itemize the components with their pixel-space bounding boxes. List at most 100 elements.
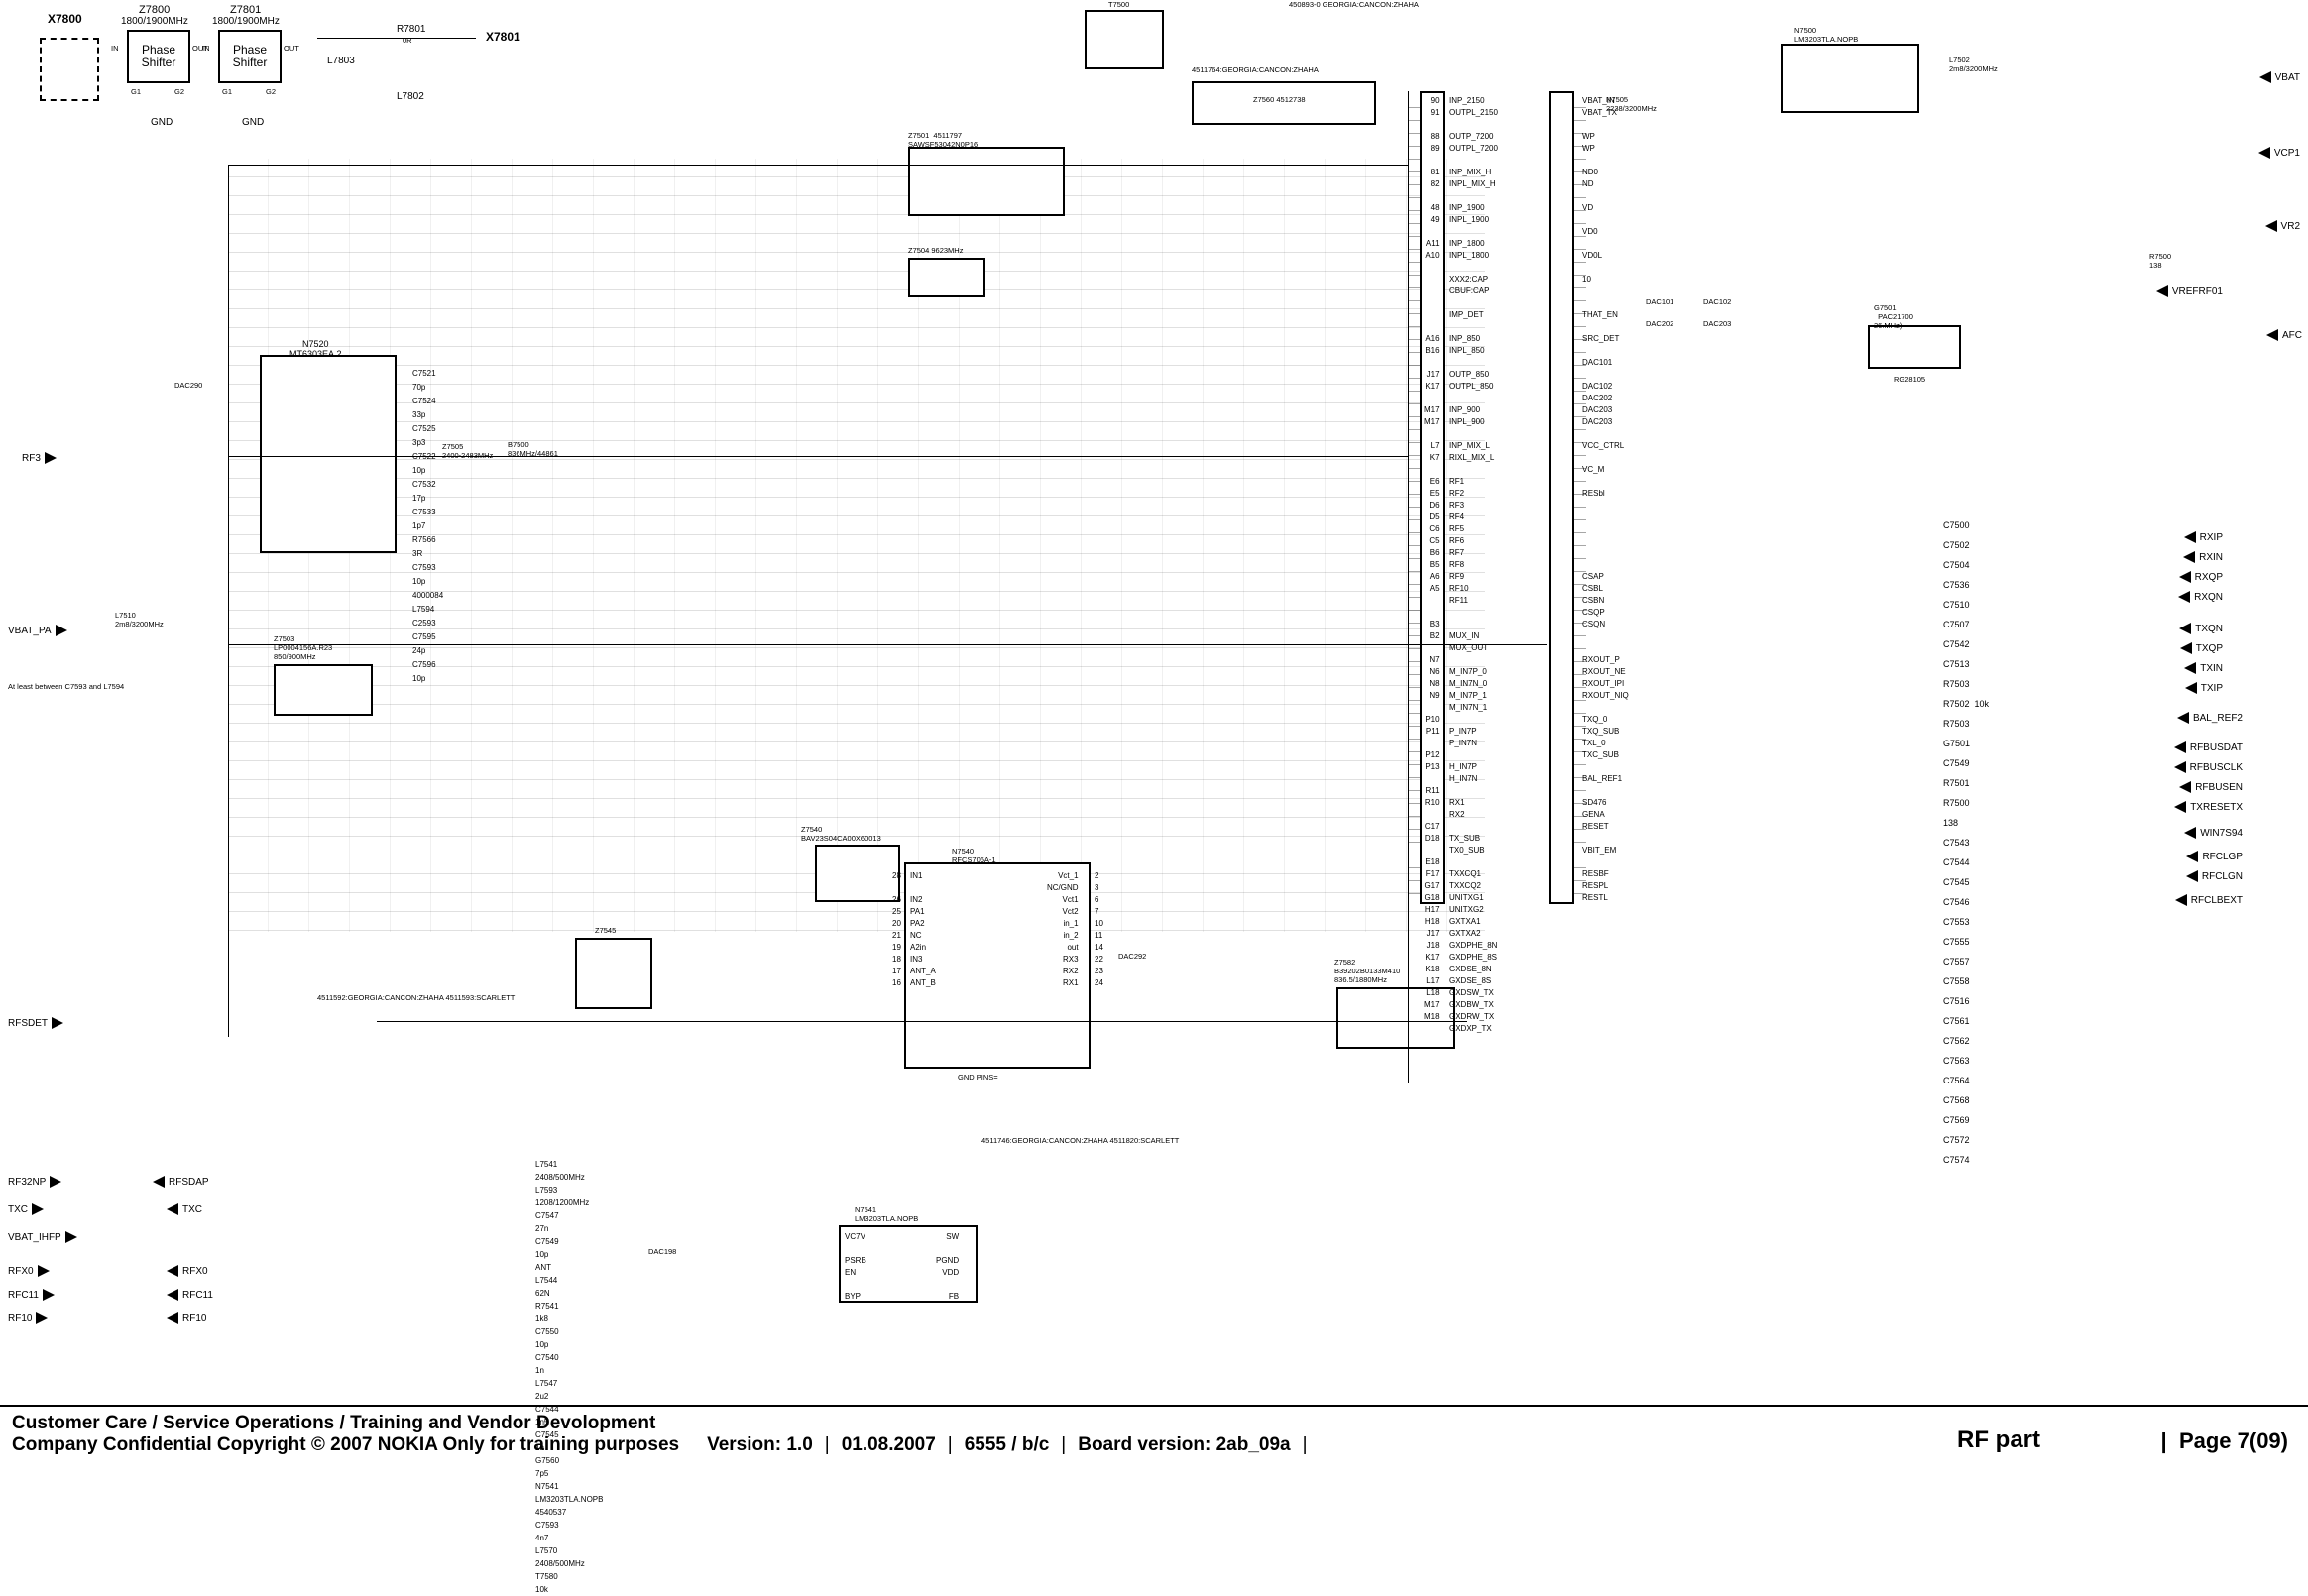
n7540-left-nums: 28 26 25 20 21 19 18 17 16 [892,870,901,989]
r7801: R7801 [397,24,425,35]
port-txc: TXC [8,1203,44,1215]
phase-shifter-label-2: Phase Shifter [233,44,268,69]
pin-out-2: OUT [284,44,299,53]
port-rxqp: RXQP [2179,571,2223,583]
right-caps: C7500 C7502 C7504 C7536 C7510 C7507 C754… [1943,515,1989,1170]
wire [317,38,476,39]
port-label: TXC [8,1204,28,1215]
ref-z7545: Z7545 [595,926,616,935]
bigic-right-names: VBAT_IN VBAT_TX WP WP ND0 ND VD VD0 VD0L… [1582,95,1629,904]
port-label: RFBUSCLK [2190,762,2243,773]
dac101: DAC101 [1646,297,1673,306]
n7540-right-pins: Vct_1 NC/GND Vct1 Vct2 in_1 in_2 out RX3… [1047,870,1079,989]
ref-z7503: Z7503 LP0004156A.R23 850/900MHz [274,634,332,661]
port-label: TXQN [2195,624,2223,634]
pin-g2-a: G2 [174,87,184,96]
pin-in-1: IN [111,44,119,53]
mid-caps: C7521 70p C7524 33p C7525 3p3 C7522 10p … [412,367,443,686]
canon3: 4511746:GEORGIA:CANCON:ZHAHA 4511820:SCA… [981,1136,1179,1145]
port-txip: TXIP [2185,682,2223,694]
dense-ticks-left [1408,95,1420,900]
port-rfsdap: RFSDAP [153,1176,209,1188]
port-afc: AFC [2266,329,2302,341]
dac102: DAC102 [1703,297,1731,306]
footer-date: 01.08.2007 [842,1434,936,1456]
port-label: RFCLBEXT [2191,895,2243,906]
phase-shifter-z7800: Phase Shifter [127,30,190,83]
dac203: DAC203 [1703,319,1731,328]
port-label: WIN7S94 [2200,828,2243,839]
ref-z7540: Z7540 BAV23S04CA00X60013 [801,825,881,843]
note-left: At least between C7593 and L7594 [8,682,124,691]
port-label: RFBUSEN [2195,782,2243,793]
port-txc-r: TXC [167,1203,202,1215]
band-z7801: 1800/1900MHz [212,16,280,27]
phase-shifter-z7801: Phase Shifter [218,30,282,83]
wire [1408,91,1409,1083]
port-vcp1: VCP1 [2258,147,2300,159]
ref-n7541: N7541 LM3203TLA.NOPB [855,1205,918,1223]
port-rfsdet: RFSDET [8,1017,63,1029]
port-label: RF10 [182,1313,206,1324]
ref-l7502: L7502 2m8/3200MHz [1949,56,1998,73]
port-label: RFCLGN [2202,871,2243,882]
port-label: RFC11 [182,1290,213,1301]
band-z7800: 1800/1900MHz [121,16,188,27]
port-label: TXQP [2196,643,2223,654]
port-label: RF10 [8,1313,32,1324]
port-label: RFSDET [8,1018,48,1029]
port-label: VCP1 [2274,148,2300,159]
port-label: VBAT_IHFP [8,1232,61,1243]
ref-l7510: L7510 2m8/3200MHz [115,611,164,628]
pin-g2-b: G2 [266,87,276,96]
pin-in-2: IN [202,44,210,53]
ref-r7500: R7500 138 [2149,252,2171,270]
port-vrefrf01: VREFRF01 [2156,285,2223,297]
port-vbatihfp: VBAT_IHFP [8,1231,77,1243]
port-rfc11: RFC11 [8,1289,55,1301]
wire [228,165,229,1037]
ref-z7801: Z7801 [230,4,261,16]
wire [228,456,1408,457]
port-label: RFX0 [182,1266,208,1277]
port-rfclgp: RFCLGP [2186,851,2243,862]
port-label: TXC [182,1204,202,1215]
ic-z7501 [908,147,1065,216]
port-rfx0-r: RFX0 [167,1265,208,1277]
port-rfbusen: RFBUSEN [2179,781,2243,793]
port-label: RXIP [2200,532,2223,543]
phase-shifter-label: Phase Shifter [142,44,176,69]
port-rfbusclk: RFBUSCLK [2174,761,2243,773]
wire [377,1021,1467,1022]
port-label: RXQN [2194,592,2223,603]
port-label: TXIN [2200,663,2223,674]
bottom-caps: L7541 2408/500MHz L7593 1208/1200MHz C75… [535,1158,603,1596]
ref-x7801: X7801 [486,30,520,44]
port-label: RFCLGP [2202,852,2243,862]
ref-n7500: N7500 LM3203TLA.NOPB [1794,26,1858,44]
n7540-left-pins: IN1 IN2 PA1 PA2 NC A2in IN3 ANT_A ANT_B [910,870,936,989]
gnd-a: GND [151,117,173,128]
port-txin: TXIN [2184,662,2223,674]
ic-z7545 [575,938,652,1009]
port-rxip: RXIP [2184,531,2223,543]
port-txresetx: TXRESETX [2174,801,2243,813]
wire [228,165,1408,166]
port-label: BAL_REF2 [2193,713,2243,724]
dac202: DAC202 [1646,319,1673,328]
n7541-right-pins: SW PGND VDD FB [936,1231,959,1303]
dac290: DAC290 [174,381,202,390]
wire [228,644,1547,645]
page-number-value: Page 7(09) [2179,1428,2288,1453]
ref-z7582: Z7582 B39202B0133M410 836.5/1880MHz [1334,958,1400,984]
antenna-symbol [40,38,99,101]
bigic-left-names: INP_2150 OUTPL_2150 OUTP_7200 OUTPL_7200… [1449,95,1498,1035]
ic-n7520 [260,355,397,553]
port-rf32np: RF32NP [8,1176,61,1188]
ref-z7800: Z7800 [139,4,170,16]
footer-conf: Company Confidential Copyright © 2007 NO… [12,1434,679,1456]
footer-dept: Customer Care / Service Operations / Tra… [12,1413,2296,1434]
port-label: VBAT [2275,72,2300,83]
port-wint: WIN7S94 [2184,827,2243,839]
page-number: | Page 7(09) [2161,1428,2288,1454]
